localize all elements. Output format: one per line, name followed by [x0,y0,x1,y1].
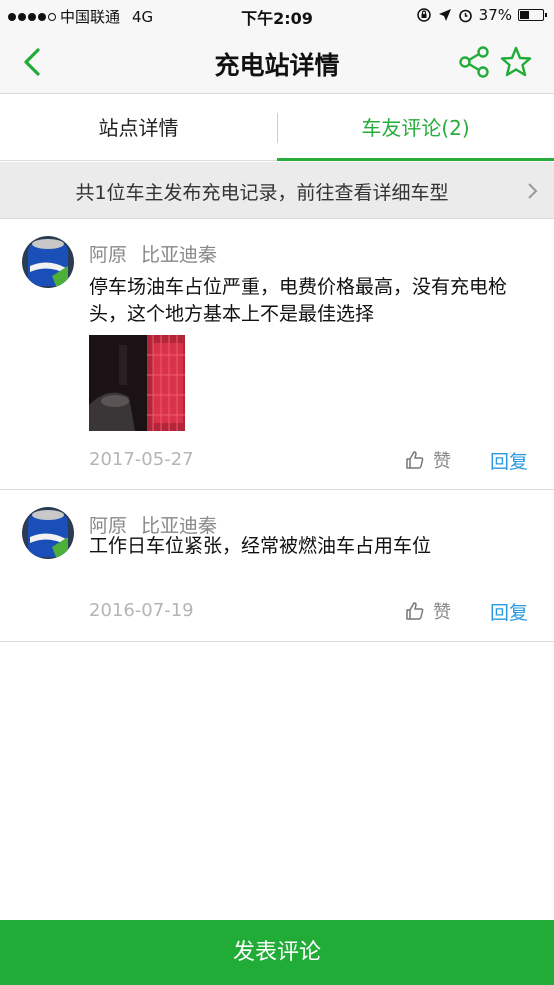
like-label: 赞 [433,451,451,472]
like-label: 赞 [433,602,451,623]
share-icon[interactable] [456,44,492,80]
avatar[interactable] [22,236,74,288]
like-button[interactable]: 赞 [405,598,451,624]
active-tab-indicator [277,158,554,161]
nav-bar: 充电站详情 [0,30,554,94]
thumbs-up-icon [406,451,424,469]
comment-author: 阿原 比亚迪秦 [89,240,217,267]
user-name: 阿原 [89,244,128,266]
alarm-icon [458,9,472,22]
avatar[interactable] [22,507,74,559]
comment-date: 2017-05-27 [89,449,194,470]
comment-item: 阿原 比亚迪秦 工作日车位紧张，经常被燃油车占用车位 2016-07-19 赞 回… [0,491,554,642]
tab-bar: 站点详情 车友评论(2) [0,95,554,161]
reply-button[interactable]: 回复 [490,598,528,625]
like-button[interactable]: 赞 [405,447,451,473]
comment-photo[interactable] [89,335,185,431]
battery-icon [518,9,547,21]
status-right: 37% [416,6,547,24]
post-comment-button[interactable]: 发表评论 [0,920,554,985]
banner-text: 共1位车主发布充电记录，前往查看详细车型 [75,182,449,204]
battery-percent: 37% [478,6,512,24]
thumbs-up-icon [406,602,424,620]
tab-station-details[interactable]: 站点详情 [0,95,277,161]
comment-text: 停车场油车占位严重，电费价格最高，没有充电枪头，这个地方基本上不是最佳选择 [89,276,508,325]
comment-date: 2016-07-19 [89,600,194,621]
chevron-right-icon [528,183,538,199]
comment-item: 阿原 比亚迪秦 停车场油车占位严重，电费价格最高，没有充电枪头，这个地方基本上不是… [0,220,554,490]
comment-text: 工作日车位紧张，经常被燃油车占用车位 [89,535,432,557]
status-bar: 中国联通 4G 下午2:09 37% [0,0,554,30]
charging-records-banner[interactable]: 共1位车主发布充电记录，前往查看详细车型 [0,162,554,219]
orientation-lock-icon [416,8,431,22]
reply-button[interactable]: 回复 [490,447,528,474]
tab-reviews[interactable]: 车友评论(2) [277,95,554,161]
favorite-star-icon[interactable] [498,44,534,80]
car-model: 比亚迪秦 [141,244,218,266]
location-icon [438,9,451,21]
